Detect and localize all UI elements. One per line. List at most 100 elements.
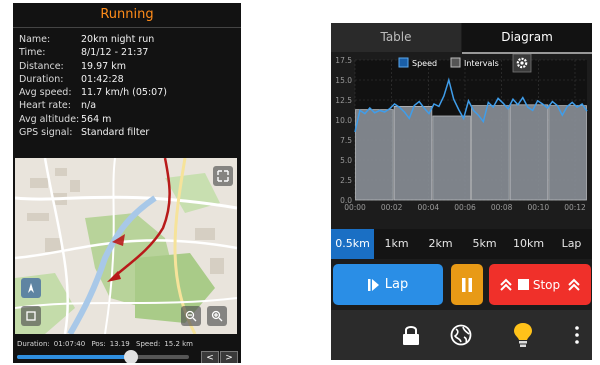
distance-2km[interactable]: 2km [419, 229, 462, 259]
interval-bar [432, 115, 471, 201]
distance-lap[interactable]: Lap [551, 229, 592, 259]
tab-table[interactable]: Table [331, 23, 461, 52]
field-value: Standard filter [81, 127, 150, 139]
zoom-in-icon[interactable] [207, 306, 227, 326]
expand-icon[interactable] [213, 166, 233, 186]
field-value: 19.97 km [81, 60, 126, 72]
y-tick-label: 5.0 [340, 156, 352, 165]
y-tick-label: 7.5 [340, 136, 352, 145]
field-value: n/a [81, 100, 97, 112]
field-value: 11.7 km/h (05:07) [81, 87, 167, 99]
lap-button[interactable]: Lap [333, 264, 443, 305]
overflow-menu-icon[interactable] [567, 310, 587, 360]
diagram-screen: Table Diagram 0.0 2.5 5.0 7.5 10.0 12.5 15.0 17… [331, 23, 592, 360]
previous-button[interactable]: < [201, 351, 219, 363]
distance-0-5km[interactable]: 0.5km [331, 229, 374, 259]
slide-up-icon [568, 278, 580, 291]
next-button[interactable]: > [220, 351, 238, 363]
playback-stats: Duration: 01:07:40 Pos: 13.19 Speed: 15.2 k… [17, 340, 197, 348]
running-details-screen: Running Name: 20km night run Time: 8/1/12 … [13, 3, 241, 363]
stop-label: Stop [532, 277, 561, 292]
pos-label: Pos: [91, 340, 106, 348]
y-tick-label: 2.5 [340, 176, 352, 185]
field-value: 01:42:28 [81, 73, 124, 85]
screen-title: Running [13, 3, 241, 28]
stop-button[interactable]: Stop [489, 264, 591, 305]
action-bar [331, 310, 592, 360]
playback-slider[interactable] [17, 350, 189, 363]
pause-button[interactable] [451, 264, 483, 305]
speed-label: Speed: [136, 340, 161, 348]
field-value: 564 m [81, 113, 112, 125]
field-label: Distance: [19, 60, 64, 72]
duration-label: Duration: [17, 340, 50, 348]
legend-speed-swatch [398, 57, 409, 68]
summary-row-time: Time: 8/1/12 - 21:37 [19, 46, 167, 59]
legend-intervals-label: Intervals [464, 59, 499, 68]
speed-chart: 0.0 2.5 5.0 7.5 10.0 12.5 15.0 17.5 00:00 00:02 00… [331, 53, 592, 224]
route-map[interactable] [15, 158, 237, 334]
slide-up-icon [500, 278, 512, 291]
field-label: Duration: [19, 73, 64, 85]
distance-1km[interactable]: 1km [375, 229, 418, 259]
tab-bar: Table Diagram [331, 23, 592, 54]
field-label: Avg altitude: [19, 113, 80, 125]
pause-icon [462, 277, 472, 292]
playback-slider-handle[interactable] [123, 350, 138, 363]
summary-row-distance: Distance: 19.97 km [19, 60, 167, 73]
gear-icon-center [520, 61, 524, 65]
compass-icon[interactable] [21, 278, 41, 298]
speed-value: 15.2 km [164, 340, 193, 348]
interval-bar [548, 105, 587, 201]
duration-value: 01:07:40 [53, 340, 86, 348]
interval-bar [509, 104, 549, 201]
playback-bar: Duration: 01:07:40 Pos: 13.19 Speed: 15.2 k… [13, 337, 241, 363]
y-tick-label: 10.0 [335, 116, 352, 125]
legend-intervals-swatch [450, 57, 461, 68]
x-tick-label: 00:10 [528, 203, 550, 212]
distance-selector: 0.5km 1km 2km 5km 10km Lap [331, 229, 592, 259]
lightbulb-icon[interactable] [503, 310, 543, 360]
x-tick-label: 00:06 [454, 203, 476, 212]
field-value: 8/1/12 - 21:37 [81, 47, 149, 59]
legend-speed-label: Speed [412, 59, 437, 68]
distance-10km[interactable]: 10km [507, 229, 550, 259]
activity-summary: Name: 20km night run Time: 8/1/12 - 21:37 … [19, 33, 167, 139]
summary-row-avg-altitude: Avg altitude: 564 m [19, 113, 167, 126]
map-tiles [15, 158, 237, 334]
interval-bar [471, 105, 510, 201]
interval-bar [393, 106, 433, 201]
fullscreen-icon[interactable] [21, 306, 41, 326]
y-tick-label: 17.5 [335, 56, 352, 65]
field-label: Time: [19, 47, 46, 59]
y-tick-label: 12.5 [335, 96, 352, 105]
summary-row-heart-rate: Heart rate: n/a [19, 99, 167, 112]
summary-row-avg-speed: Avg speed: 11.7 km/h (05:07) [19, 86, 167, 99]
field-value: 20km night run [81, 34, 155, 45]
globe-icon[interactable] [441, 310, 481, 360]
y-tick-label: 15.0 [335, 76, 352, 85]
lap-icon [367, 278, 379, 291]
summary-row-gps-signal: GPS signal: Standard filter [19, 126, 167, 139]
speed-chart-svg: 0.02.55.07.510.012.515.017.500:00 00:02 00… [335, 53, 588, 212]
field-label: Heart rate: [19, 100, 71, 112]
x-tick-label: 00:02 [381, 203, 403, 212]
interval-bar [355, 109, 394, 201]
x-tick-label: 00:08 [491, 203, 513, 212]
stop-icon [517, 279, 529, 290]
x-tick-label: 00:00 [344, 203, 366, 212]
field-label: GPS signal: [19, 127, 73, 139]
field-label: Avg speed: [19, 87, 72, 99]
field-label: Name: [19, 34, 51, 45]
workout-controls: Lap Stop [331, 264, 592, 305]
summary-row-duration: Duration: 01:42:28 [19, 73, 167, 86]
x-tick-label: 00:04 [418, 203, 440, 212]
lap-label: Lap [384, 277, 409, 292]
lock-icon[interactable] [391, 310, 431, 360]
tab-diagram[interactable]: Diagram [462, 23, 592, 54]
distance-5km[interactable]: 5km [463, 229, 506, 259]
zoom-out-icon[interactable] [181, 306, 201, 326]
pos-value: 13.19 [109, 340, 130, 348]
playback-progress [17, 355, 131, 359]
x-tick-label: 00:12 [564, 203, 586, 212]
